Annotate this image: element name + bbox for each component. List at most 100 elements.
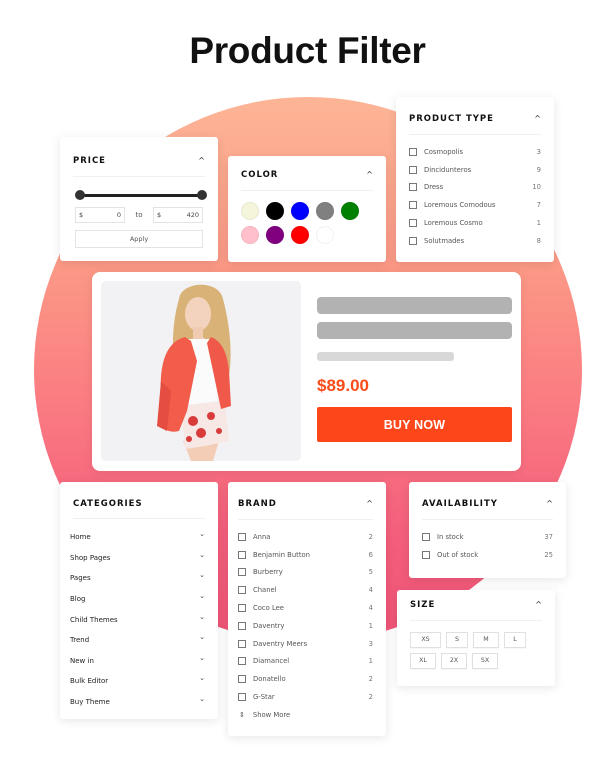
checkbox[interactable]	[422, 550, 430, 559]
checkbox-item[interactable]: Coco Lee 4	[238, 599, 373, 617]
checkbox-item[interactable]: Loremous Comodous 7	[409, 196, 541, 214]
color-swatch-green[interactable]	[341, 202, 359, 220]
max-price-input[interactable]: $ 420	[153, 207, 203, 223]
checkbox-item[interactable]: Chanel 4	[238, 581, 373, 599]
checkbox-item[interactable]: Donatello 2	[238, 670, 373, 688]
item-count: 8	[536, 236, 541, 245]
checkbox-item[interactable]: Anna 2	[238, 528, 373, 546]
checkbox[interactable]	[238, 693, 246, 702]
category-item[interactable]: Home ⌄	[70, 527, 205, 548]
checkbox-item[interactable]: Cosmopolis 3	[409, 143, 541, 161]
color-swatch-pink[interactable]	[241, 226, 259, 244]
availability-filter-header[interactable]: AVAILABILITY ^	[422, 499, 553, 520]
checkbox[interactable]	[409, 201, 417, 210]
size-option[interactable]: XS	[410, 632, 441, 648]
slider-max-handle[interactable]	[197, 190, 207, 200]
size-filter-panel: SIZE ^ XS S M L XL 2X SX	[397, 590, 555, 686]
checkbox[interactable]	[238, 604, 246, 613]
color-swatch-white[interactable]	[316, 226, 334, 244]
color-swatch-purple[interactable]	[266, 226, 284, 244]
size-option[interactable]: S	[446, 632, 468, 648]
product-card: $89.00 BUY NOW	[92, 272, 521, 471]
chevron-down-icon[interactable]: ⌄	[199, 530, 205, 538]
checkbox[interactable]	[409, 165, 417, 174]
brand-filter-title: BRAND	[238, 499, 277, 509]
item-count: 10	[532, 183, 541, 192]
product-image[interactable]	[101, 281, 301, 461]
checkbox-item[interactable]: Burberry 5	[238, 564, 373, 582]
chevron-down-icon[interactable]: ⌄	[199, 654, 205, 662]
chevron-down-icon[interactable]: ⌄	[199, 613, 205, 621]
checkbox[interactable]	[409, 236, 417, 245]
slider-min-handle[interactable]	[75, 190, 85, 200]
product-type-filter-header[interactable]: PRODUCT TYPE ^	[409, 114, 541, 135]
collapse-caret-icon[interactable]: ^	[535, 601, 542, 609]
checkbox-item[interactable]: Daventry Meers 3	[238, 635, 373, 653]
chevron-down-icon[interactable]: ⌄	[199, 633, 205, 641]
size-option[interactable]: 2X	[441, 653, 467, 669]
color-swatch-black[interactable]	[266, 202, 284, 220]
price-filter-header[interactable]: PRICE ^	[73, 156, 205, 177]
category-item[interactable]: Bulk Editor ⌄	[70, 671, 205, 692]
size-option[interactable]: SX	[472, 653, 498, 669]
category-item[interactable]: New in ⌄	[70, 651, 205, 672]
checkbox[interactable]	[238, 621, 246, 630]
color-filter-title: COLOR	[241, 170, 279, 180]
size-option[interactable]: XL	[410, 653, 436, 669]
checkbox-item[interactable]: In stock 37	[422, 528, 553, 546]
checkbox[interactable]	[409, 147, 417, 156]
category-item[interactable]: Trend ⌄	[70, 630, 205, 651]
color-filter-header[interactable]: COLOR ^	[241, 170, 373, 191]
price-range-slider[interactable]	[75, 189, 207, 201]
checkbox-item[interactable]: Out of stock 25	[422, 546, 553, 564]
checkbox-item[interactable]: G-Star 2	[238, 688, 373, 706]
checkbox[interactable]	[422, 532, 430, 541]
collapse-caret-icon[interactable]: ^	[366, 500, 373, 508]
checkbox-item[interactable]: Benjamin Button 6	[238, 546, 373, 564]
chevron-down-icon[interactable]: ⌄	[199, 551, 205, 559]
color-swatch-beige[interactable]	[241, 202, 259, 220]
checkbox[interactable]	[238, 675, 246, 684]
color-swatch-blue[interactable]	[291, 202, 309, 220]
category-item[interactable]: Shop Pages ⌄	[70, 548, 205, 569]
checkbox[interactable]	[409, 219, 417, 228]
size-filter-title: SIZE	[410, 600, 436, 610]
category-item[interactable]: Buy Theme ⌄	[70, 692, 205, 713]
chevron-down-icon[interactable]: ⌄	[199, 695, 205, 703]
checkbox[interactable]	[238, 639, 246, 648]
checkbox[interactable]	[238, 657, 246, 666]
item-count: 4	[368, 586, 373, 595]
checkbox-item[interactable]: Dress 10	[409, 179, 541, 197]
size-filter-header[interactable]: SIZE ^	[410, 600, 542, 621]
category-item[interactable]: Child Themes ⌄	[70, 609, 205, 630]
collapse-caret-icon[interactable]: ^	[534, 115, 541, 123]
size-option[interactable]: M	[473, 632, 499, 648]
category-item[interactable]: Pages ⌄	[70, 568, 205, 589]
apply-button[interactable]: Apply	[75, 230, 203, 248]
category-item[interactable]: Blog ⌄	[70, 589, 205, 610]
collapse-caret-icon[interactable]: ^	[198, 157, 205, 165]
buy-now-button[interactable]: BUY NOW	[317, 407, 512, 442]
color-swatch-red[interactable]	[291, 226, 309, 244]
checkbox[interactable]	[238, 532, 246, 541]
checkbox[interactable]	[409, 183, 417, 192]
collapse-caret-icon[interactable]: ^	[546, 500, 553, 508]
checkbox[interactable]	[238, 550, 246, 559]
checkbox-item[interactable]: Daventry 1	[238, 617, 373, 635]
min-price-input[interactable]: $ 0	[75, 207, 125, 223]
show-more-link[interactable]: ⇕ Show More	[239, 708, 376, 722]
checkbox-item[interactable]: Solutmades 8	[409, 232, 541, 250]
size-option[interactable]: L	[504, 632, 526, 648]
expand-icon: ⇕	[239, 710, 245, 719]
chevron-down-icon[interactable]: ⌄	[199, 571, 205, 579]
checkbox-item[interactable]: Loremous Cosmo 1	[409, 214, 541, 232]
color-swatch-gray[interactable]	[316, 202, 334, 220]
chevron-down-icon[interactable]: ⌄	[199, 674, 205, 682]
checkbox-item[interactable]: Diamancel 1	[238, 653, 373, 671]
checkbox-item[interactable]: Dincidunteros 9	[409, 161, 541, 179]
collapse-caret-icon[interactable]: ^	[366, 171, 373, 179]
brand-filter-header[interactable]: BRAND ^	[238, 499, 373, 520]
checkbox[interactable]	[238, 586, 246, 595]
checkbox[interactable]	[238, 568, 246, 577]
chevron-down-icon[interactable]: ⌄	[199, 592, 205, 600]
